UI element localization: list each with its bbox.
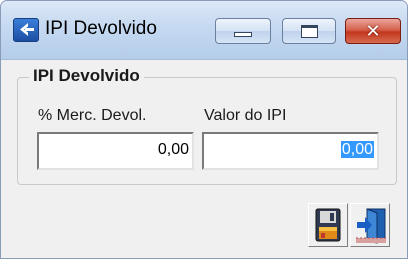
window-title: IPI Devolvido: [45, 18, 157, 39]
merc-devol-input[interactable]: 0,00: [37, 132, 194, 170]
close-button[interactable]: ✕: [345, 18, 401, 44]
ipi-devolvido-window: IPI Devolvido ✕ IPI Devolvido % Merc. De…: [0, 0, 408, 259]
title-bar[interactable]: IPI Devolvido ✕: [1, 1, 407, 60]
merc-devol-value: 0,00: [157, 141, 189, 158]
exit-door-icon: [356, 208, 386, 244]
maximize-icon: [301, 25, 318, 38]
minimize-icon: [234, 32, 252, 37]
valor-ipi-input[interactable]: 0,00: [202, 132, 379, 170]
maximize-button[interactable]: [282, 18, 336, 44]
save-button[interactable]: [308, 203, 348, 247]
close-icon: ✕: [365, 20, 381, 42]
valor-ipi-value: 0,00: [340, 141, 374, 158]
valor-ipi-label: Valor do IPI: [204, 107, 287, 124]
merc-devol-label: % Merc. Devol.: [38, 107, 147, 124]
floppy-disk-icon: [315, 208, 341, 242]
app-icon[interactable]: [13, 18, 39, 42]
group-title: IPI Devolvido: [29, 66, 144, 86]
exit-button[interactable]: [350, 203, 390, 247]
minimize-button[interactable]: [215, 18, 271, 44]
